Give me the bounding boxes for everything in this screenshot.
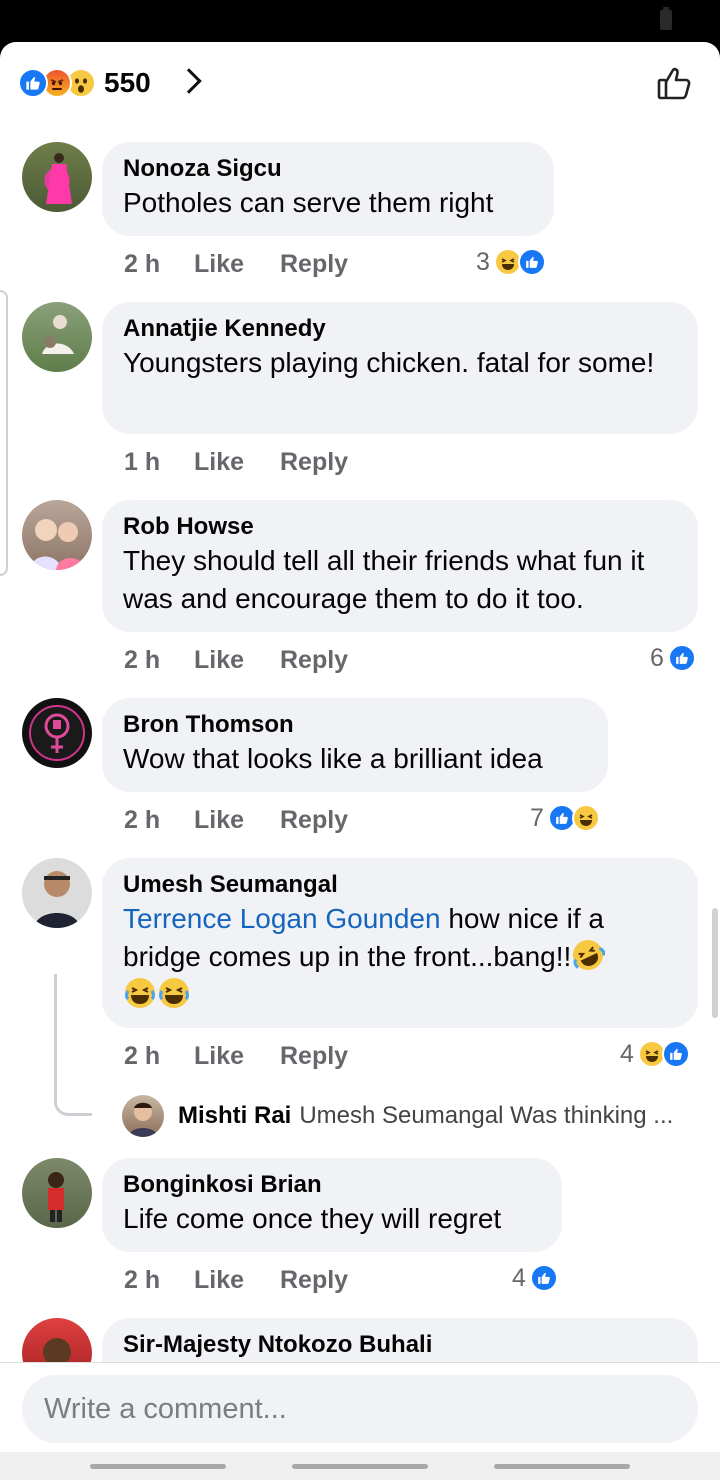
nav-recents-button[interactable] xyxy=(90,1464,226,1469)
comment-time[interactable]: 2 h xyxy=(124,250,194,279)
comment-reactions[interactable]: 4 xyxy=(512,1262,558,1294)
comment-author[interactable]: Sir-Majesty Ntokozo Buhali xyxy=(123,1330,676,1360)
tears-of-joy-emoji-icon xyxy=(157,976,191,1010)
comment-input[interactable] xyxy=(22,1375,698,1443)
reply-button[interactable]: Reply xyxy=(280,1042,348,1071)
comment-actions: 1 h Like Reply xyxy=(124,446,348,478)
comment-bubble[interactable]: Umesh Seumangal Terrence Logan Gounden h… xyxy=(102,858,698,1028)
reaction-count: 3 xyxy=(476,247,490,276)
like-icon xyxy=(661,1040,690,1068)
scrollbar[interactable] xyxy=(712,908,718,1018)
reply-author[interactable]: Mishti Rai xyxy=(178,1102,291,1130)
rolling-laughing-emoji-icon xyxy=(571,938,606,972)
comment-time[interactable]: 2 h xyxy=(124,1042,194,1071)
comment-actions: 2 h Like Reply xyxy=(124,1040,348,1072)
reactions-header: 550 xyxy=(0,42,720,126)
like-button[interactable]: Like xyxy=(194,250,280,279)
reply-preview[interactable]: Mishti Rai Umesh Seumangal Was thinking … xyxy=(122,1094,702,1138)
status-bar xyxy=(0,0,720,42)
comment-time[interactable]: 1 h xyxy=(124,448,194,477)
comment-text: Wow that looks like a brilliant idea xyxy=(123,743,543,774)
like-button[interactable]: Like xyxy=(194,448,280,477)
like-button[interactable]: Like xyxy=(194,1266,280,1295)
comment-text: Terrence Logan Gounden how nice if a bri… xyxy=(123,900,676,1014)
system-nav-bar xyxy=(0,1452,720,1480)
comment-time[interactable]: 2 h xyxy=(124,646,194,675)
reaction-count: 4 xyxy=(512,1263,526,1292)
comment-time[interactable]: 2 h xyxy=(124,806,194,835)
reply-button[interactable]: Reply xyxy=(280,646,348,675)
comment-author[interactable]: Bron Thomson xyxy=(123,710,586,740)
comment-actions: 2 h Like Reply xyxy=(124,804,348,836)
comment-bubble[interactable]: Nonoza Sigcu Potholes can serve them rig… xyxy=(102,142,554,236)
reaction-summary[interactable]: 550 xyxy=(18,66,151,100)
comment-bubble[interactable]: Bron Thomson Wow that looks like a brill… xyxy=(102,698,608,792)
reaction-count: 4 xyxy=(620,1039,634,1068)
like-icon xyxy=(18,68,48,98)
comment-text: Youngsters playing chicken. fatal for so… xyxy=(123,347,655,378)
avatar[interactable] xyxy=(22,500,92,570)
reply-button[interactable]: Reply xyxy=(280,1266,348,1295)
comment-bubble[interactable]: Annatjie Kennedy Youngsters playing chic… xyxy=(102,302,698,434)
comment-author[interactable]: Bonginkosi Brian xyxy=(123,1170,540,1200)
comment-bubble[interactable]: Rob Howse They should tell all their fri… xyxy=(102,500,698,632)
avatar[interactable] xyxy=(22,698,92,768)
like-button[interactable]: Like xyxy=(194,1042,280,1071)
thumbs-up-icon[interactable] xyxy=(656,64,694,107)
reply-text: Umesh Seumangal Was thinking ... xyxy=(299,1102,674,1129)
comment-reactions[interactable]: 6 xyxy=(650,642,696,674)
comment-author[interactable]: Umesh Seumangal xyxy=(123,870,676,900)
comment-reactions[interactable]: 4 xyxy=(620,1038,690,1070)
nav-home-button[interactable] xyxy=(292,1464,428,1469)
reply-thread-line xyxy=(54,974,92,1116)
avatar xyxy=(122,1095,164,1137)
comment-time[interactable]: 2 h xyxy=(124,1266,194,1295)
nav-back-button[interactable] xyxy=(494,1464,630,1469)
tears-of-joy-emoji-icon xyxy=(123,976,157,1010)
haha-icon xyxy=(571,804,600,832)
like-button[interactable]: Like xyxy=(194,646,280,675)
comment-reactions[interactable]: 3 xyxy=(476,246,546,278)
comment-actions: 2 h Like Reply xyxy=(124,248,348,280)
comment-reactions[interactable]: 7 xyxy=(530,802,600,834)
comments-sheet: 550 Nonoza Sigcu Potholes can serve them… xyxy=(0,42,720,1480)
like-icon xyxy=(529,1264,558,1292)
chevron-right-icon[interactable] xyxy=(176,68,202,94)
comment-text: Potholes can serve them right xyxy=(123,187,494,218)
comment-text: They should tell all their friends what … xyxy=(123,545,645,614)
comment-actions: 2 h Like Reply xyxy=(124,644,348,676)
comment-text: Life come once they will regret xyxy=(123,1203,502,1234)
like-button[interactable]: Like xyxy=(194,806,280,835)
comment-bubble[interactable]: Bonginkosi Brian Life come once they wil… xyxy=(102,1158,562,1252)
reaction-count: 7 xyxy=(530,803,544,832)
comment-author[interactable]: Annatjie Kennedy xyxy=(123,314,676,344)
like-icon xyxy=(517,248,546,276)
comment-actions: 2 h Like Reply xyxy=(124,1264,348,1296)
avatar[interactable] xyxy=(22,1158,92,1228)
mention-link[interactable]: Terrence Logan Gounden xyxy=(123,903,441,934)
reply-button[interactable]: Reply xyxy=(280,250,348,279)
avatar[interactable] xyxy=(22,142,92,212)
like-icon xyxy=(667,644,696,672)
reply-button[interactable]: Reply xyxy=(280,806,348,835)
comment-author[interactable]: Nonoza Sigcu xyxy=(123,154,532,184)
battery-icon xyxy=(660,7,672,30)
reaction-count: 550 xyxy=(104,67,151,98)
reply-button[interactable]: Reply xyxy=(280,448,348,477)
avatar[interactable] xyxy=(22,858,92,928)
comment-author[interactable]: Rob Howse xyxy=(123,512,676,542)
reaction-count: 6 xyxy=(650,643,664,672)
avatar[interactable] xyxy=(22,302,92,372)
side-panel-edge xyxy=(0,290,8,576)
